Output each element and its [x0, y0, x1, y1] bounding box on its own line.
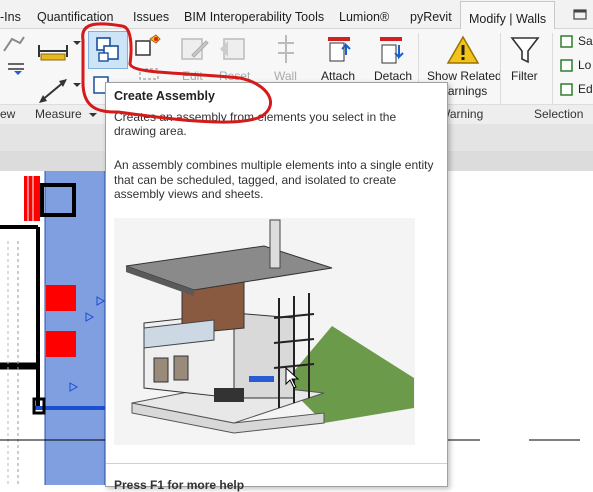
edit-label: Edit [182, 69, 203, 83]
panel-label-measure: Measure [35, 107, 82, 121]
tooltip-title: Create Assembly [114, 89, 215, 103]
save-label[interactable]: Sa [578, 34, 593, 48]
ribbon-tab-strip: -Ins Quantification Issues BIM Interoper… [0, 0, 593, 30]
save-selection-icon[interactable] [560, 35, 574, 49]
reset-profile-icon[interactable] [216, 33, 248, 65]
window-restore-icon[interactable] [572, 8, 590, 22]
reset-label: Reset [219, 69, 251, 83]
assembly-illustration [114, 218, 415, 445]
detach-top-base-icon[interactable] [374, 33, 406, 65]
tab-pyrevit[interactable]: pyRevit [410, 0, 452, 28]
measure-between-references-icon[interactable] [35, 37, 71, 65]
create-assembly-icon [96, 37, 119, 62]
tooltip-details: An assembly combines multiple elements i… [114, 158, 434, 201]
tooltip-divider [106, 463, 447, 464]
panel-dropdown-icon[interactable] [88, 111, 98, 119]
tab-bim-interoperability[interactable]: BIM Interoperability Tools [184, 0, 324, 28]
create-assembly-button[interactable] [88, 31, 128, 69]
filter-icon[interactable] [509, 35, 541, 65]
load-label[interactable]: Lo [578, 58, 591, 72]
partial-view-icon[interactable] [2, 33, 26, 55]
show-related-label: Show Related [427, 69, 502, 83]
filter-label: Filter [511, 69, 538, 83]
tab-addins[interactable]: -Ins [0, 0, 21, 28]
attach-label: Attach [321, 69, 356, 83]
list-arrow-icon[interactable] [2, 61, 26, 77]
panel-label-selection: Selection [534, 107, 584, 121]
attach-top-base-icon[interactable] [322, 33, 354, 65]
dropdown-arrow-icon-2[interactable] [72, 81, 82, 89]
create-assembly-tooltip: Create Assembly Creates an assembly from… [105, 82, 448, 492]
detach-label: Detach [374, 69, 413, 83]
tooltip-description: Creates an assembly from elements you se… [114, 110, 397, 138]
panel-label-view: ew [0, 107, 16, 121]
measure-along-element-icon[interactable] [35, 77, 71, 105]
tab-issues[interactable]: Issues [133, 0, 169, 28]
edit-selection-icon[interactable] [560, 83, 574, 97]
dashed-box-icon[interactable] [138, 67, 162, 81]
tab-lumion[interactable]: Lumion® [339, 0, 389, 28]
tab-quantification[interactable]: Quantification [37, 0, 113, 28]
tab-modify-walls[interactable]: Modify | Walls [460, 1, 556, 30]
warning-icon[interactable] [446, 35, 480, 65]
wall-label: Wall [274, 69, 297, 83]
create-parts-icon[interactable] [130, 33, 164, 63]
wall-opening-icon[interactable] [272, 33, 300, 65]
tooltip-help-text: Press F1 for more help [114, 478, 245, 492]
edit-profile-icon[interactable] [178, 33, 210, 65]
load-selection-icon[interactable] [560, 59, 574, 73]
edit-selection-label[interactable]: Ed [578, 82, 593, 96]
dropdown-arrow-icon[interactable] [72, 39, 82, 47]
